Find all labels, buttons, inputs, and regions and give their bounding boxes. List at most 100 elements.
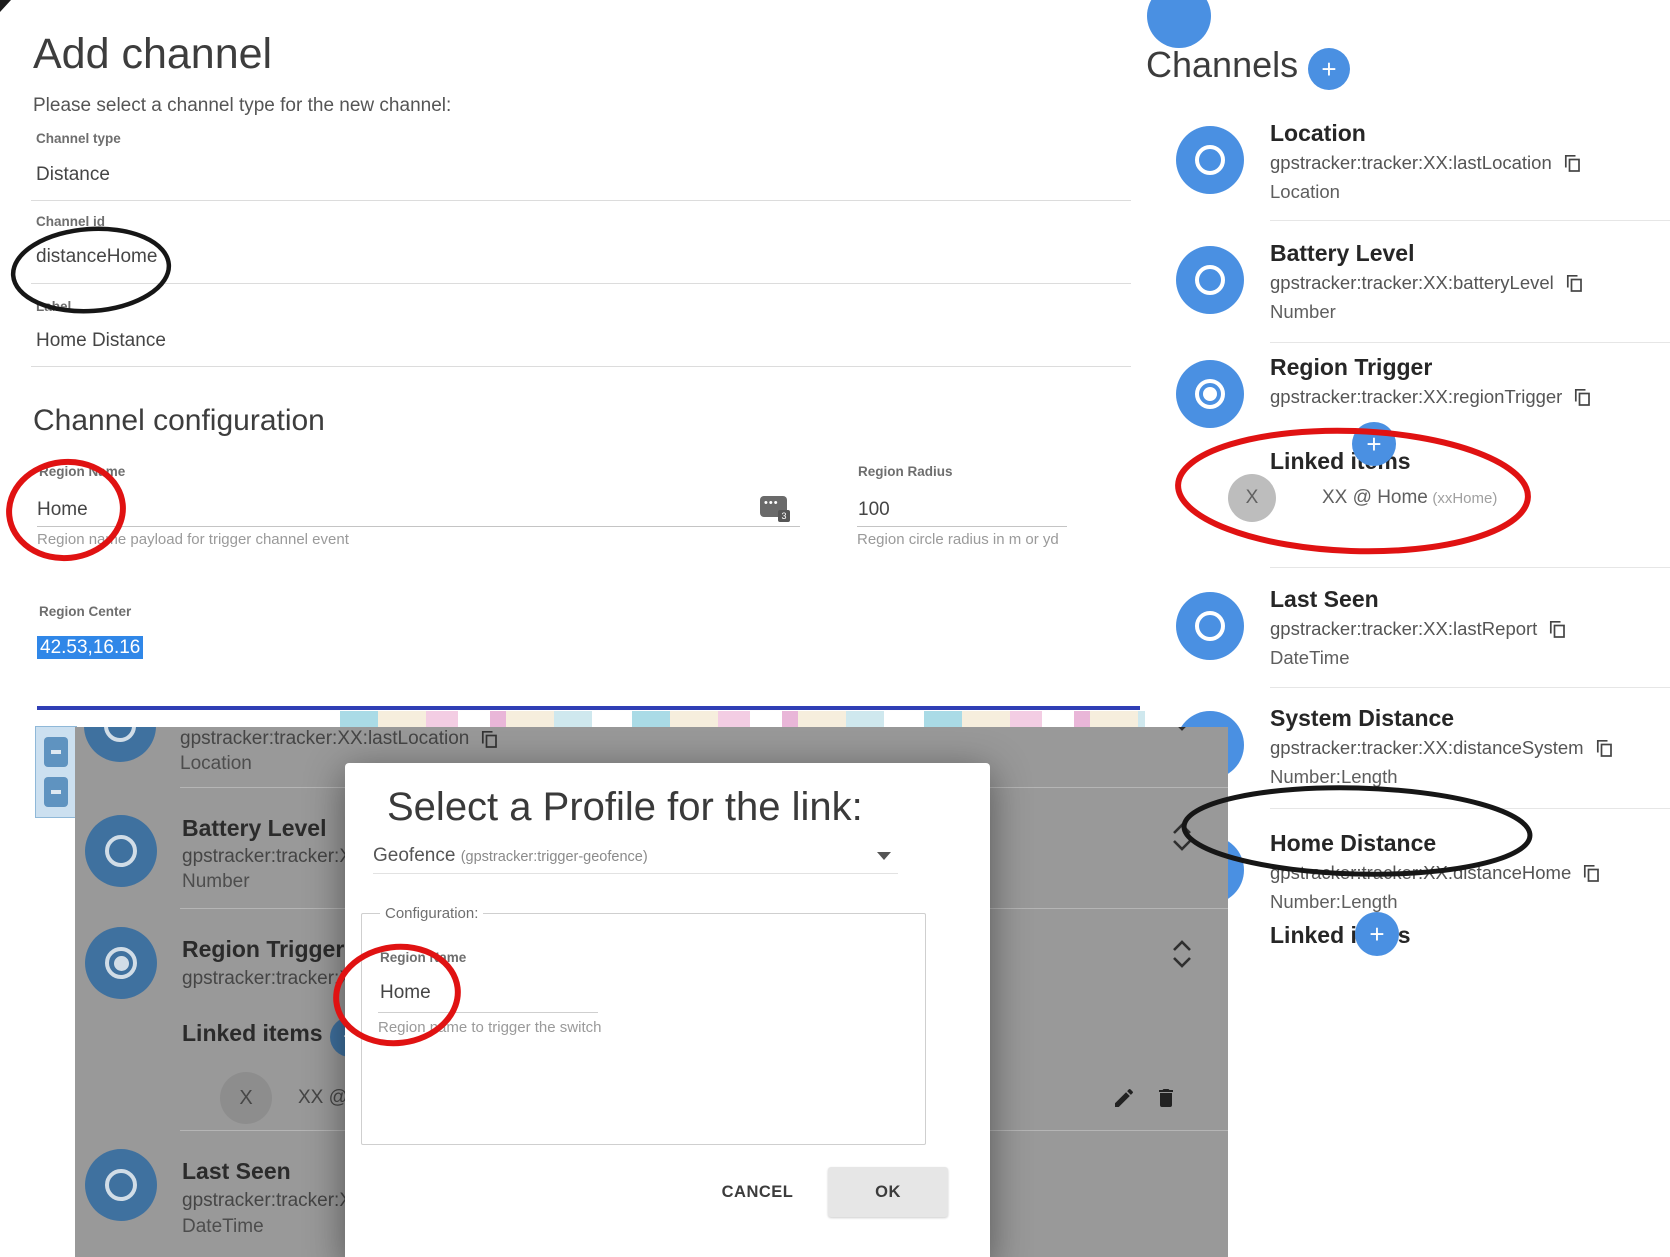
corner-artifact bbox=[0, 0, 14, 14]
page-canvas: Add channel Please select a channel type… bbox=[0, 0, 1670, 1257]
plus-glyph: + bbox=[1321, 54, 1336, 85]
copy-icon[interactable] bbox=[1583, 864, 1600, 883]
dimmed-linked-avatar: X bbox=[220, 1072, 272, 1124]
label-input[interactable]: Home Distance bbox=[36, 330, 166, 352]
dialog-region-name-label: Region Name bbox=[380, 950, 466, 965]
dialog-region-name-underline bbox=[378, 1012, 598, 1013]
sidebar-cut-fab[interactable] bbox=[1147, 0, 1211, 48]
copy-icon[interactable] bbox=[1566, 274, 1583, 293]
linked-item-avatar: X bbox=[1228, 474, 1276, 522]
dimmed-channel-circle-icon bbox=[85, 815, 157, 887]
profile-name: Geofence bbox=[373, 845, 455, 866]
channel-circle-icon bbox=[1176, 246, 1244, 314]
divider bbox=[1270, 342, 1670, 343]
cancel-button[interactable]: CANCEL bbox=[700, 1167, 815, 1217]
channel-item-battery[interactable]: Battery Level gpstracker:tracker:XX:batt… bbox=[1176, 238, 1670, 326]
ok-button[interactable]: OK bbox=[828, 1167, 948, 1217]
dimmed-channel-circle-icon bbox=[85, 1149, 157, 1221]
region-radius-input[interactable]: 100 bbox=[858, 499, 890, 521]
map-zoom-in-button[interactable] bbox=[44, 737, 68, 767]
map-zoom-out-button[interactable] bbox=[44, 777, 68, 807]
channel-item-type: Location bbox=[1270, 178, 1581, 206]
channel-uid: gpstracker:tracker:XX:lastLocation bbox=[1270, 148, 1552, 178]
region-name-label: Region Name bbox=[39, 464, 125, 479]
region-center-focus-underline bbox=[37, 706, 1140, 710]
channel-type-label: Channel type bbox=[36, 131, 121, 146]
channel-circle-icon bbox=[1176, 592, 1244, 660]
channel-item-type: Number:Length bbox=[1270, 888, 1600, 916]
dialog-region-name-input[interactable]: Home bbox=[380, 982, 431, 1004]
profile-uid: (gpstracker:trigger-geofence) bbox=[461, 849, 648, 865]
channel-item-system-distance[interactable]: System Distance gpstracker:tracker:XX:di… bbox=[1176, 703, 1670, 791]
dialog-title: Select a Profile for the link: bbox=[387, 785, 863, 830]
copy-icon[interactable] bbox=[1564, 154, 1581, 173]
linked-item-name: XX @ Home bbox=[1322, 487, 1428, 508]
sidebar-title: Channels bbox=[1146, 44, 1298, 86]
map-zoom-control[interactable] bbox=[35, 726, 77, 818]
dimmed-channel-type: Number bbox=[182, 871, 250, 893]
copy-icon[interactable] bbox=[1574, 388, 1591, 407]
select-underline bbox=[373, 873, 898, 874]
dimmed-channel-title: Last Seen bbox=[182, 1158, 291, 1185]
copy-icon[interactable] bbox=[1596, 739, 1613, 758]
copy-icon bbox=[481, 730, 498, 749]
region-radius-hint: Region circle radius in m or yd bbox=[857, 531, 1059, 548]
channel-id-input[interactable]: distanceHome bbox=[36, 246, 157, 268]
divider bbox=[1270, 687, 1670, 688]
dimmed-channel-title: Battery Level bbox=[182, 815, 326, 842]
edit-pencil-icon bbox=[1112, 1086, 1136, 1110]
channel-item-last-seen[interactable]: Last Seen gpstracker:tracker:XX:lastRepo… bbox=[1176, 584, 1670, 672]
region-center-input[interactable]: 42.53,16.16 bbox=[37, 637, 143, 659]
page-title: Add channel bbox=[33, 30, 272, 79]
dimmed-channel-title: Region Trigger bbox=[182, 936, 344, 963]
linked-item-row[interactable]: XX @ Home (xxHome) bbox=[1322, 487, 1497, 509]
channel-title: Last Seen bbox=[1270, 584, 1566, 614]
region-center-label: Region Center bbox=[39, 604, 131, 619]
channel-uid: gpstracker:tracker:XX:distanceHome bbox=[1270, 858, 1571, 888]
copy-icon[interactable] bbox=[1549, 620, 1566, 639]
region-name-underline bbox=[37, 526, 800, 527]
dimmed-linked-items-header: Linked items bbox=[182, 1020, 323, 1047]
unfold-more-icon bbox=[1171, 823, 1193, 851]
channel-title: Battery Level bbox=[1270, 238, 1583, 268]
profile-select[interactable]: Geofence (gpstracker:trigger-geofence) bbox=[373, 845, 648, 867]
channel-item-type: Number bbox=[1270, 298, 1583, 326]
dimmed-channel-radio-icon bbox=[85, 927, 157, 999]
map-strip bbox=[340, 711, 1145, 728]
add-link-button[interactable]: + bbox=[1355, 912, 1399, 956]
label-field-label: Label bbox=[36, 299, 71, 314]
region-radius-underline bbox=[857, 526, 1067, 527]
region-name-hint: Region name payload for trigger channel … bbox=[37, 531, 349, 548]
divider bbox=[31, 283, 1131, 284]
add-link-button[interactable]: + bbox=[1352, 422, 1396, 466]
annotation-black-channel-id bbox=[10, 224, 171, 317]
profile-dialog: Select a Profile for the link: Geofence … bbox=[345, 763, 990, 1257]
channel-uid: gpstracker:tracker:XX:lastReport bbox=[1270, 614, 1537, 644]
channel-item-type: DateTime bbox=[1270, 644, 1566, 672]
unfold-more-icon bbox=[1171, 940, 1193, 968]
dimmed-channel-type: Location bbox=[180, 753, 252, 775]
plus-glyph: + bbox=[1369, 919, 1384, 950]
plus-glyph: + bbox=[1366, 429, 1381, 460]
channel-item-location[interactable]: Location gpstracker:tracker:XX:lastLocat… bbox=[1176, 118, 1670, 206]
channel-title: Home Distance bbox=[1270, 828, 1600, 858]
dimmed-channel-uid-row: gpstracker:tracker:XX:lastLocation bbox=[180, 728, 498, 750]
dimmed-channel-circle-icon bbox=[84, 727, 156, 762]
region-radius-label: Region Radius bbox=[858, 464, 953, 479]
add-channel-button[interactable]: + bbox=[1308, 48, 1350, 90]
channel-item-home-distance[interactable]: Home Distance gpstracker:tracker:XX:dist… bbox=[1176, 828, 1670, 916]
configuration-fieldset: Configuration: Region Name Home Region n… bbox=[361, 905, 926, 1145]
region-name-input[interactable]: Home bbox=[37, 499, 88, 521]
divider bbox=[1270, 567, 1670, 568]
channel-item-region-trigger[interactable]: Region Trigger gpstracker:tracker:XX:reg… bbox=[1176, 352, 1670, 428]
channel-item-type: Number:Length bbox=[1270, 763, 1613, 791]
keypad-icon[interactable]: ••• 3 bbox=[760, 496, 787, 517]
dimmed-channel-type: DateTime bbox=[182, 1216, 264, 1238]
form-subtitle: Please select a channel type for the new… bbox=[33, 95, 451, 117]
channel-type-select[interactable]: Distance bbox=[36, 164, 110, 186]
dropdown-caret-icon[interactable] bbox=[877, 852, 891, 860]
delete-trash-icon bbox=[1154, 1086, 1178, 1110]
fieldset-legend: Configuration: bbox=[380, 905, 483, 922]
channel-title: System Distance bbox=[1270, 703, 1613, 733]
dialog-region-name-hint: Region name to trigger the switch bbox=[378, 1019, 601, 1036]
